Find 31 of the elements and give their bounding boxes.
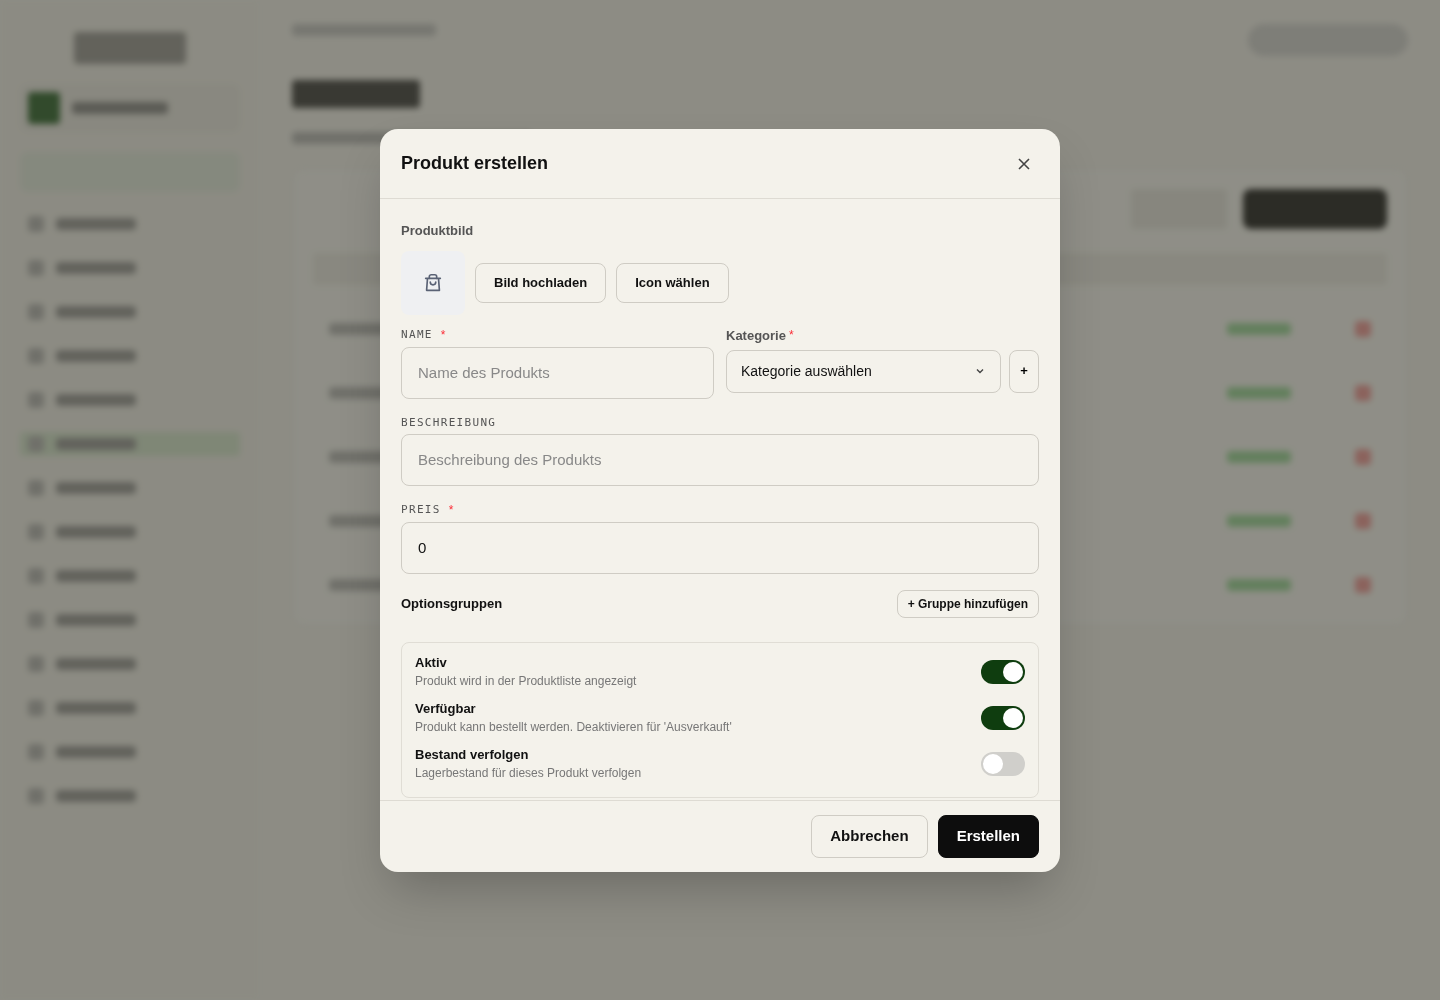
setting-title: Aktiv [415,654,448,671]
field-label: BESCHREIBUNG [401,416,497,428]
setting-description: Produkt wird in der Produktliste angezeigt [415,673,637,689]
setting-description: Produkt kann bestellt werden. Deaktivieren für 'Ausverkauft' [415,720,732,735]
section-label: Produktbild [401,222,475,240]
required-mark: * [440,328,446,341]
field-label: Kategorie [726,328,786,342]
required-mark: * [448,503,454,516]
add-group-button[interactable]: + Gruppe hinzufügen [896,589,1039,618]
image-button[interactable]: Bild hochladen [475,262,607,303]
toggle-switch[interactable] [981,752,1025,777]
create-button[interactable]: Erstellen [937,815,1039,858]
dialog-title: Produkt erstellen [401,152,549,175]
setting-description: Lagerbestand für dieses Produkt verfolgen [415,766,642,782]
section-label: Optionsgruppen [401,594,503,613]
toggle-switch[interactable] [981,705,1025,730]
name-field[interactable]: Name des Produkts [401,346,714,399]
toggle-switch[interactable] [981,659,1025,684]
field-label: NAME [401,329,433,340]
category-select[interactable]: Kategorie auswählen [726,349,1001,393]
setting-title: Bestand verfolgen [415,747,530,764]
add-category-button[interactable]: + [1009,349,1039,393]
setting-title: Verfügbar [415,700,477,717]
description-field[interactable]: Beschreibung des Produkts [401,433,1039,486]
cancel-button[interactable]: Abbrechen [811,815,928,858]
close-icon[interactable] [1017,156,1031,171]
required-mark: * [788,329,794,341]
price-field[interactable]: 0 [401,521,1039,574]
shopping-bag-icon [422,271,444,294]
field-label: PREIS [401,504,441,515]
image-button[interactable]: Icon wählen [616,262,729,303]
